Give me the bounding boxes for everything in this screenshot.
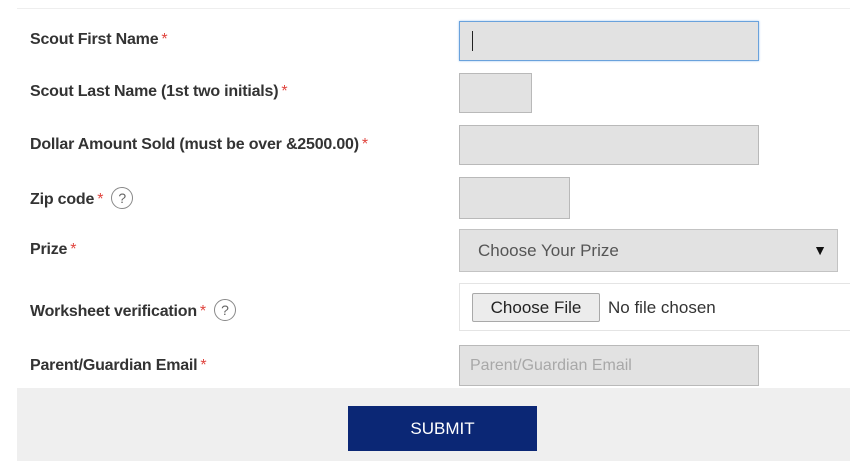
text-cursor <box>472 31 473 51</box>
worksheet-label-text: Worksheet verification <box>30 303 197 321</box>
zip-code-label-text: Zip code <box>30 191 95 209</box>
first-name-label: Scout First Name * <box>30 31 168 49</box>
last-name-label-text: Scout Last Name (1st two initials) <box>30 83 279 100</box>
required-asterisk: * <box>97 191 104 209</box>
last-name-input[interactable] <box>459 73 532 113</box>
first-name-label-text: Scout First Name <box>30 31 159 48</box>
prize-label: Prize * <box>30 241 76 259</box>
submit-button[interactable]: SUBMIT <box>348 406 537 451</box>
required-asterisk: * <box>70 241 77 258</box>
prize-label-text: Prize <box>30 241 68 258</box>
prize-select-value: Choose Your Prize <box>478 241 619 260</box>
required-asterisk: * <box>281 83 288 100</box>
file-status-text: No file chosen <box>608 298 716 317</box>
form-footer: SUBMIT <box>17 388 850 461</box>
dollar-amount-label: Dollar Amount Sold (must be over &2500.0… <box>30 136 368 154</box>
choose-file-button[interactable]: Choose File <box>472 293 600 322</box>
required-asterisk: * <box>361 136 368 153</box>
required-asterisk: * <box>200 357 207 374</box>
parent-email-input[interactable] <box>459 345 759 386</box>
help-icon[interactable]: ? <box>111 187 134 209</box>
zip-code-input[interactable] <box>459 177 570 219</box>
required-asterisk: * <box>199 303 206 321</box>
parent-email-label-text: Parent/Guardian Email <box>30 357 198 374</box>
parent-email-label: Parent/Guardian Email * <box>30 357 207 375</box>
prize-form: Scout First Name * Scout Last Name (1st t… <box>17 8 850 389</box>
last-name-label: Scout Last Name (1st two initials) * <box>30 83 288 101</box>
prize-select[interactable]: Choose Your Prize ▼ <box>459 229 838 272</box>
help-icon[interactable]: ? <box>213 299 236 321</box>
zip-code-label: Zip code *? <box>30 187 134 211</box>
dollar-amount-label-text: Dollar Amount Sold (must be over &2500.0… <box>30 136 359 153</box>
triangle-down-icon: ▼ <box>813 242 827 258</box>
worksheet-file-input[interactable]: Choose File No file chosen <box>459 283 850 331</box>
first-name-input[interactable] <box>459 21 759 61</box>
worksheet-label: Worksheet verification *? <box>30 299 236 323</box>
required-asterisk: * <box>161 31 168 48</box>
dollar-amount-input[interactable] <box>459 125 759 165</box>
